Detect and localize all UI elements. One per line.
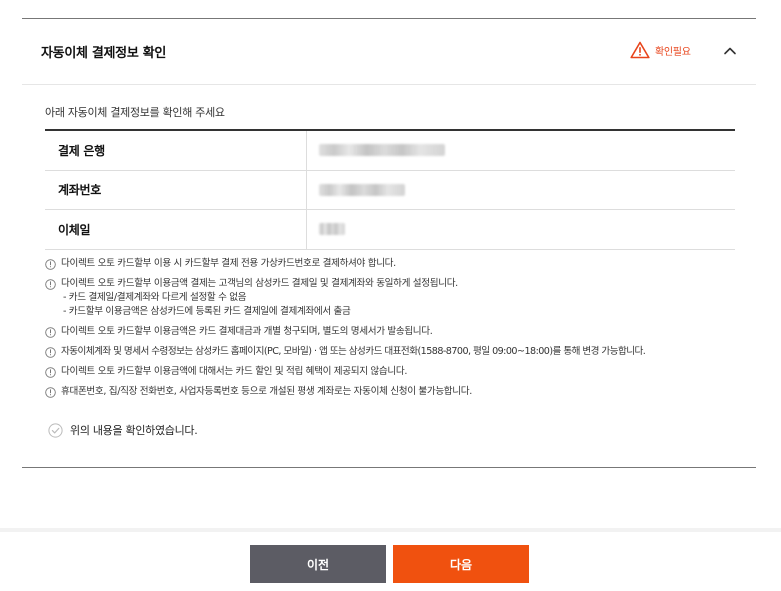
- notice-subitem: - 카드할부 이용금액은 삼성카드에 등록된 카드 결제일에 결제계좌에서 출금: [63, 306, 351, 317]
- info-circle-icon: [45, 279, 56, 290]
- notice-item: 휴대폰번호, 집/직장 전화번호, 사업자등록번호 등으로 개설된 평생 계좌로…: [45, 385, 745, 399]
- table-row-bank: 결제 은행: [45, 131, 735, 171]
- notice-text: 휴대폰번호, 집/직장 전화번호, 사업자등록번호 등으로 개설된 평생 계좌로…: [61, 386, 472, 397]
- masked-value: [319, 183, 405, 196]
- account-value-masked: [307, 171, 735, 210]
- footer-bar: 이전 다음: [0, 528, 781, 591]
- section-title: 자동이체 결제정보 확인: [41, 46, 167, 61]
- notice-subitem: - 카드 결제일/결제계좌와 다르게 설정할 수 없음: [63, 292, 247, 303]
- notice-item: 다이렉트 오토 카드할부 이용금액은 카드 결제대금과 개별 청구되며, 별도의…: [45, 325, 745, 339]
- auto-transfer-page: 자동이체 결제정보 확인 확인필요 아래 자동이체 결제정보를 확인해 주세요 …: [0, 0, 781, 591]
- payment-info-table: 결제 은행 계좌번호 이체일: [45, 129, 735, 250]
- transfer-day-label: 이체일: [45, 210, 307, 249]
- notice-item: 다이렉트 오토 카드할부 이용 시 카드할부 결제 전용 가상카드번호로 결제하…: [45, 257, 745, 271]
- notice-list: 다이렉트 오토 카드할부 이용 시 카드할부 결제 전용 가상카드번호로 결제하…: [45, 257, 745, 405]
- check-circle-icon[interactable]: [48, 422, 63, 438]
- info-circle-icon: [45, 367, 56, 378]
- notice-item: 자동이체계좌 및 명세서 수령정보는 삼성카드 홈페이지(PC, 모바일) · …: [45, 345, 745, 359]
- bottom-divider: [22, 467, 756, 468]
- table-row-transfer-day: 이체일: [45, 210, 735, 250]
- info-circle-icon: [45, 259, 56, 270]
- header-divider: [22, 84, 756, 85]
- confirm-checkbox[interactable]: 위의 내용을 확인하였습니다.: [48, 422, 198, 438]
- info-circle-icon: [45, 327, 56, 338]
- chevron-up-icon[interactable]: [722, 43, 738, 59]
- info-circle-icon: [45, 347, 56, 358]
- warning-triangle-icon: [630, 41, 650, 59]
- notice-item: 다이렉트 오토 카드할부 이용금액에 대해서는 카드 할인 및 적립 혜택이 제…: [45, 365, 745, 379]
- intro-text: 아래 자동이체 결제정보를 확인해 주세요: [45, 106, 225, 119]
- bank-value-masked: [307, 131, 735, 170]
- status-label: 확인필요: [655, 46, 691, 58]
- notice-item: 다이렉트 오토 카드할부 이용금액 결제는 고객님의 삼성카드 결제일 및 결제…: [45, 277, 745, 319]
- prev-button[interactable]: 이전: [250, 545, 386, 583]
- masked-value: [319, 144, 445, 157]
- notice-text: 다이렉트 오토 카드할부 이용금액에 대해서는 카드 할인 및 적립 혜택이 제…: [61, 366, 408, 377]
- info-circle-icon: [45, 387, 56, 398]
- table-row-account: 계좌번호: [45, 170, 735, 210]
- section-header[interactable]: 자동이체 결제정보 확인 확인필요: [22, 19, 756, 84]
- notice-text: 자동이체계좌 및 명세서 수령정보는 삼성카드 홈페이지(PC, 모바일) · …: [61, 346, 646, 357]
- transfer-day-value-masked: [307, 210, 735, 249]
- notice-text: 다이렉트 오토 카드할부 이용금액은 카드 결제대금과 개별 청구되며, 별도의…: [61, 326, 433, 337]
- notice-text: 다이렉트 오토 카드할부 이용금액 결제는 고객님의 삼성카드 결제일 및 결제…: [61, 278, 458, 289]
- account-label: 계좌번호: [45, 170, 307, 209]
- bank-label: 결제 은행: [45, 131, 307, 170]
- notice-text: 다이렉트 오토 카드할부 이용 시 카드할부 결제 전용 가상카드번호로 결제하…: [61, 258, 396, 269]
- next-button[interactable]: 다음: [393, 545, 529, 583]
- masked-value: [319, 223, 345, 236]
- status-badge: 확인필요: [630, 40, 691, 60]
- confirm-label[interactable]: 위의 내용을 확인하였습니다.: [70, 422, 198, 438]
